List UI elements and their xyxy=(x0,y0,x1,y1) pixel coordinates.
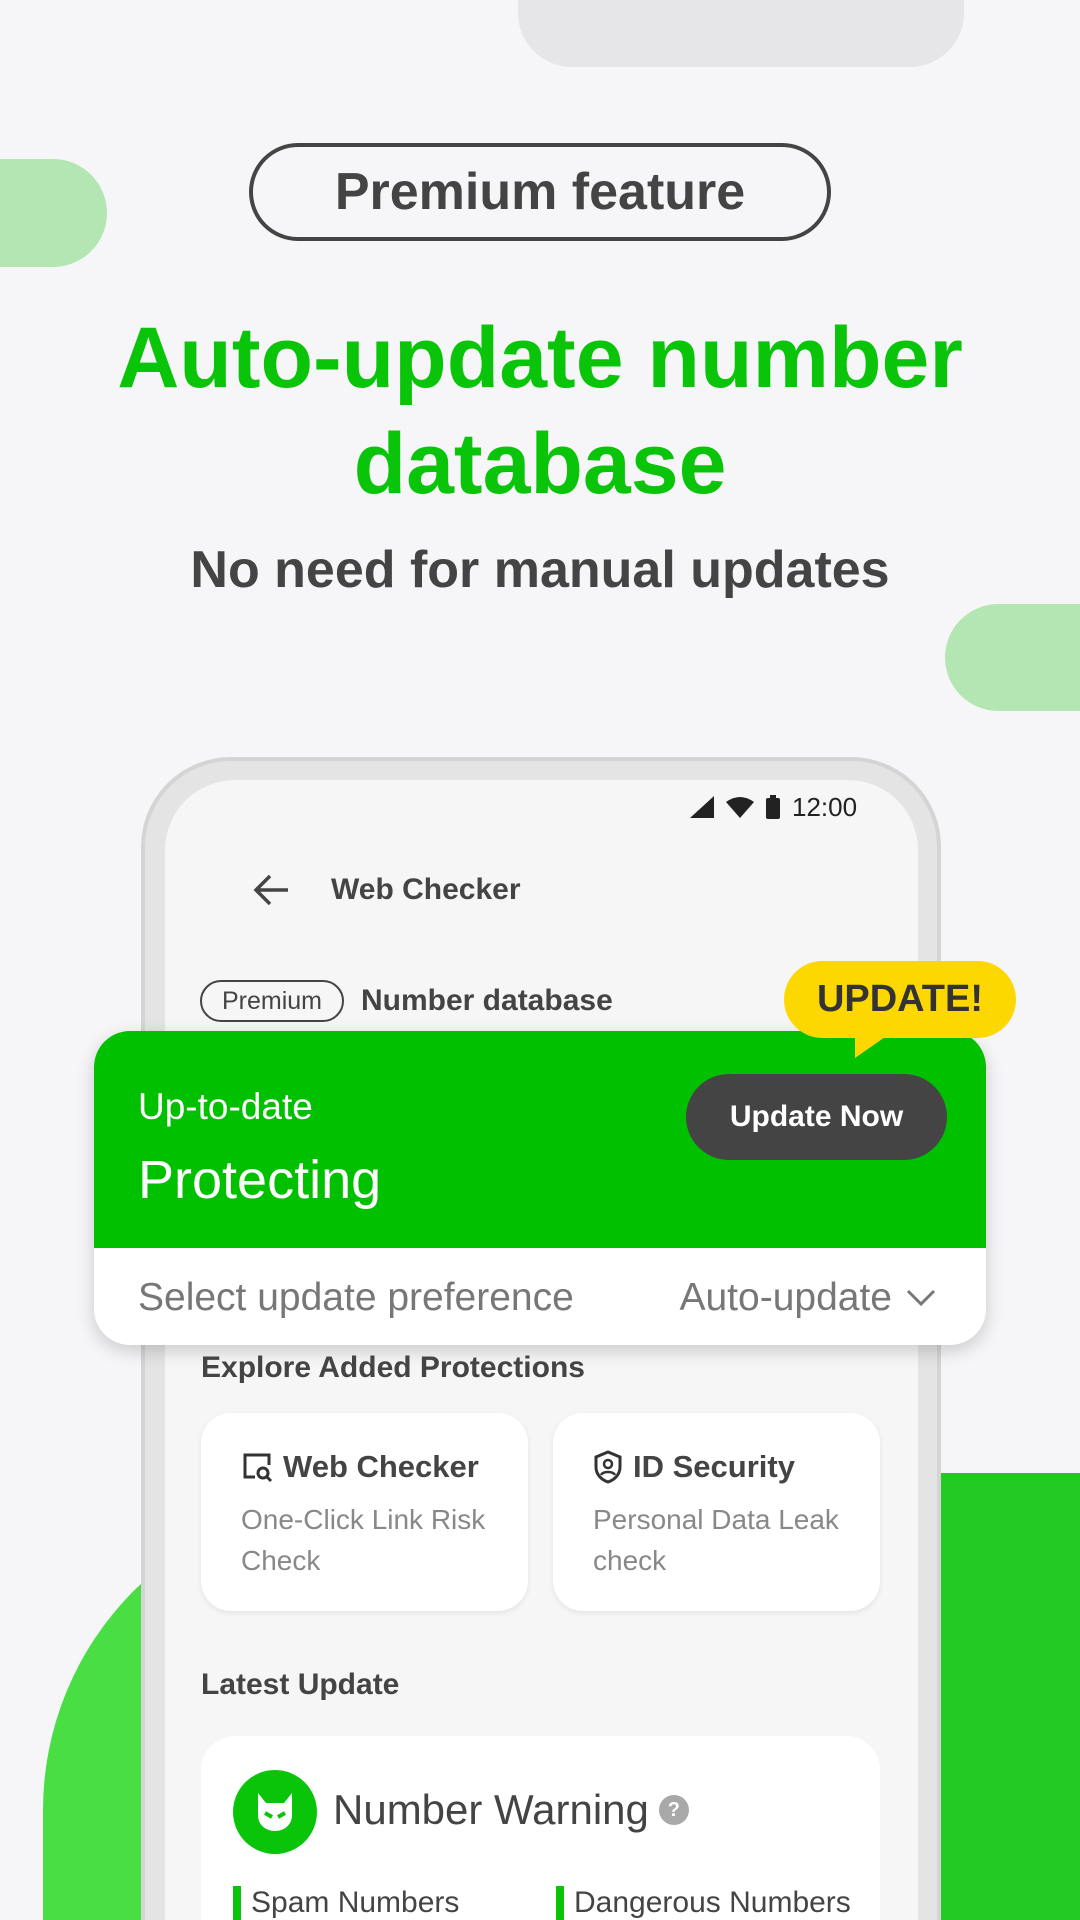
section-label: Number database xyxy=(361,984,613,1017)
devil-icon xyxy=(233,1770,317,1854)
update-bubble-tail xyxy=(855,1030,895,1058)
card-title: ID Security xyxy=(633,1449,795,1484)
update-preference-label: Select update preference xyxy=(138,1276,574,1319)
id-security-card[interactable]: ID Security Personal Data Leak check xyxy=(553,1413,880,1611)
status-card: Up-to-date Protecting Update Now Select … xyxy=(94,1031,986,1345)
headline: Auto-update number database xyxy=(0,305,1080,517)
back-arrow-icon[interactable] xyxy=(252,870,292,910)
update-bubble: UPDATE! xyxy=(784,961,1016,1038)
decor-pill-right xyxy=(945,604,1080,711)
update-preference-value: Auto-update xyxy=(679,1276,892,1319)
wifi-icon xyxy=(726,797,754,818)
status-bar: 12:00 xyxy=(690,790,890,824)
chevron-down-icon xyxy=(906,1289,936,1307)
headline-line-2: database xyxy=(353,416,727,512)
number-warning-card: Number Warning? Spam Numbers Dangerous N… xyxy=(201,1736,880,1920)
web-checker-card[interactable]: Web Checker One-Click Link Risk Check xyxy=(201,1413,528,1611)
number-warning-title: Number Warning xyxy=(333,1786,649,1833)
help-icon[interactable]: ? xyxy=(658,1795,689,1825)
shield-user-icon xyxy=(594,1450,622,1484)
premium-chip: Premium xyxy=(200,980,344,1022)
clock: 12:00 xyxy=(792,791,858,822)
signal-icon xyxy=(690,796,714,818)
status-text: Up-to-date xyxy=(138,1086,313,1127)
premium-feature-badge: Premium feature xyxy=(249,143,831,241)
decor-pill-top xyxy=(518,0,964,67)
spam-numbers-label: Spam Numbers xyxy=(233,1886,459,1920)
subtitle: No need for manual updates xyxy=(190,541,890,599)
card-title: Web Checker xyxy=(283,1449,479,1484)
status-card-header: Up-to-date Protecting Update Now xyxy=(94,1031,986,1248)
update-now-button[interactable]: Update Now xyxy=(686,1074,947,1160)
dangerous-numbers-label: Dangerous Numbers xyxy=(556,1886,851,1920)
decor-pill-left xyxy=(0,159,107,267)
update-preference-dropdown[interactable]: Auto-update xyxy=(679,1276,936,1320)
state-text: Protecting xyxy=(138,1150,382,1210)
latest-update-title: Latest Update xyxy=(201,1668,400,1701)
explore-title: Explore Added Protections xyxy=(201,1351,585,1384)
battery-icon xyxy=(766,795,780,819)
app-bar-title: Web Checker xyxy=(331,873,521,906)
web-search-icon xyxy=(243,1453,273,1483)
card-desc: One-Click Link Risk Check xyxy=(241,1504,486,1576)
decor-rect xyxy=(940,1473,1080,1920)
card-desc: Personal Data Leak check xyxy=(593,1504,839,1576)
headline-line-1: Auto-update number xyxy=(117,310,963,406)
